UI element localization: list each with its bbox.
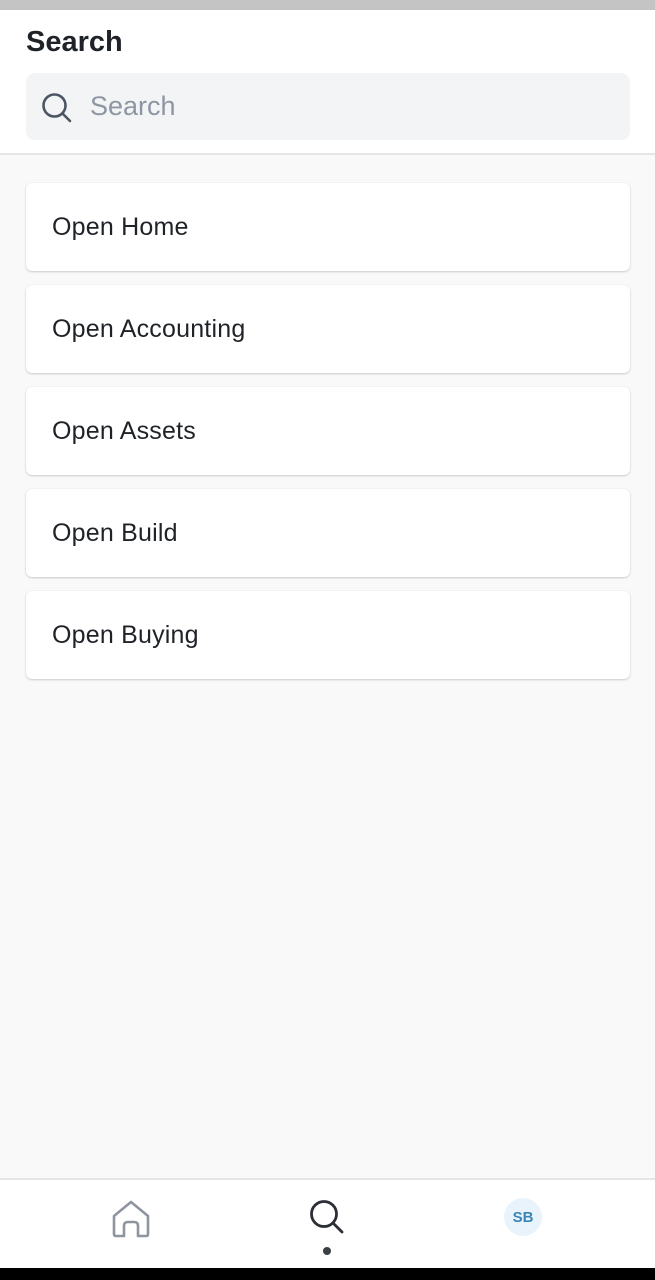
list-item-label: Open Assets — [52, 416, 196, 445]
system-navigation-bar — [0, 1268, 655, 1280]
active-indicator-dot — [323, 1247, 331, 1255]
list-item-open-assets[interactable]: Open Assets — [26, 387, 630, 475]
app-screen: Search Open Home Open Accounting Open As… — [0, 0, 655, 1280]
search-input[interactable] — [90, 73, 610, 140]
list-item-label: Open Buying — [52, 620, 199, 649]
list-item-label: Open Build — [52, 518, 178, 547]
list-item-open-home[interactable]: Open Home — [26, 183, 630, 271]
list-item-open-accounting[interactable]: Open Accounting — [26, 285, 630, 373]
page-title: Search — [26, 26, 123, 58]
list-item-label: Open Home — [52, 212, 189, 241]
search-icon — [310, 1200, 344, 1234]
header: Search — [0, 10, 655, 155]
list-item-open-build[interactable]: Open Build — [26, 489, 630, 577]
status-strip — [0, 0, 655, 10]
search-box[interactable] — [26, 73, 630, 140]
list-item-open-buying[interactable]: Open Buying — [26, 591, 630, 679]
avatar[interactable]: SB — [504, 1198, 542, 1236]
home-icon — [112, 1200, 150, 1238]
list-item-label: Open Accounting — [52, 314, 246, 343]
bottom-nav: SB — [0, 1178, 655, 1268]
shortcut-list: Open Home Open Accounting Open Assets Op… — [26, 183, 630, 693]
